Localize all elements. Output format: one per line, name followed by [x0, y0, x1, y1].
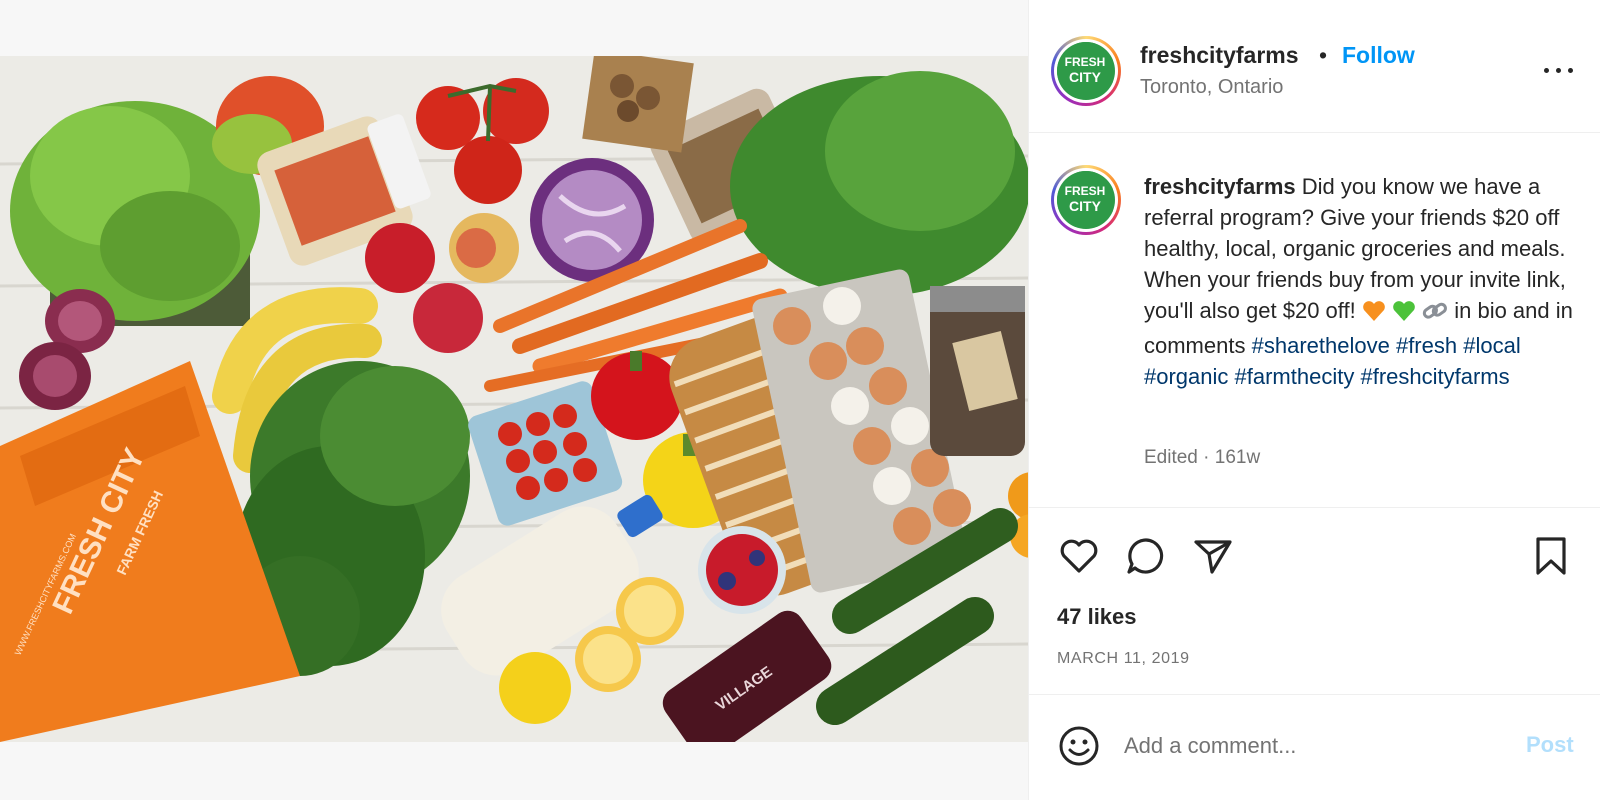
likes-count[interactable]: 47 likes — [1057, 604, 1137, 630]
green-heart-icon — [1392, 299, 1416, 330]
comment-bar: Post — [1029, 696, 1600, 800]
orange-heart-icon — [1362, 299, 1386, 330]
fresh-city-logo: FRESH CITY — [1057, 171, 1115, 229]
post-date: MARCH 11, 2019 — [1057, 650, 1190, 667]
post-side-panel: FRESH CITY freshcityfarms • Follow Toron… — [1028, 0, 1600, 800]
avatar[interactable]: FRESH CITY — [1051, 165, 1121, 235]
smiley-icon[interactable] — [1057, 724, 1101, 768]
post-comment-button[interactable]: Post — [1526, 732, 1574, 758]
svg-text:FRESH: FRESH — [1065, 184, 1106, 198]
svg-text:CITY: CITY — [1069, 69, 1102, 85]
hashtag-link[interactable]: #freshcityfarms — [1360, 364, 1509, 389]
caption-username[interactable]: freshcityfarms — [1144, 174, 1296, 199]
follow-button[interactable]: Follow — [1342, 42, 1415, 69]
post-actions: 47 likes MARCH 11, 2019 — [1029, 509, 1600, 695]
header-username[interactable]: freshcityfarms — [1140, 42, 1299, 69]
post-header: FRESH CITY freshcityfarms • Follow Toron… — [1029, 0, 1600, 133]
svg-text:CITY: CITY — [1069, 198, 1102, 214]
caption-text: freshcityfarms Did you know we have a re… — [1144, 171, 1584, 392]
hashtag-link[interactable]: #organic — [1144, 364, 1228, 389]
post-caption: FRESH CITY freshcityfarms Did you know w… — [1029, 134, 1600, 508]
avatar[interactable]: FRESH CITY — [1051, 36, 1121, 106]
comment-input[interactable] — [1124, 726, 1494, 766]
svg-text:FRESH: FRESH — [1065, 55, 1106, 69]
link-icon — [1422, 299, 1448, 330]
hashtag-link[interactable]: #sharethelove — [1252, 333, 1390, 358]
bookmark-icon[interactable] — [1529, 534, 1573, 578]
more-options-icon[interactable] — [1539, 60, 1579, 80]
edited-timestamp: Edited · 161w — [1144, 447, 1261, 468]
post-media-pane: FRESH CITY FARM FRESH WWW.FRESHCITYFARMS… — [0, 0, 1028, 800]
header-separator: • — [1319, 42, 1328, 68]
fresh-city-logo: FRESH CITY — [1057, 42, 1115, 100]
hashtag-link[interactable]: #local — [1463, 333, 1520, 358]
hashtag-link[interactable]: #fresh — [1396, 333, 1457, 358]
share-icon[interactable] — [1191, 534, 1235, 578]
hashtag-link[interactable]: #farmthecity — [1235, 364, 1355, 389]
comment-icon[interactable] — [1124, 534, 1168, 578]
post-image[interactable]: FRESH CITY FARM FRESH WWW.FRESHCITYFARMS… — [0, 56, 1028, 742]
location-link[interactable]: Toronto, Ontario — [1140, 76, 1283, 99]
heart-icon[interactable] — [1057, 534, 1101, 578]
